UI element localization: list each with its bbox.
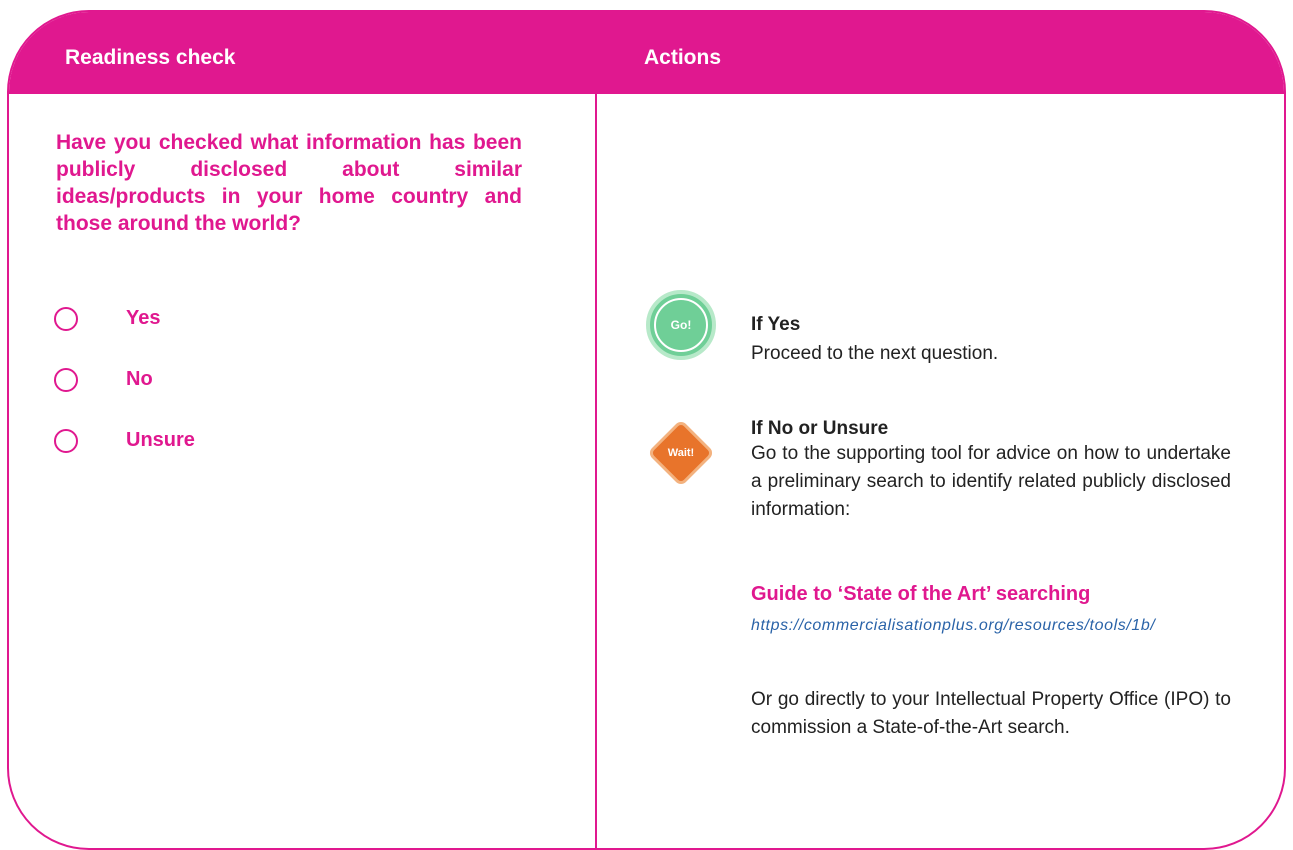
option-no-label: No — [126, 368, 153, 390]
go-badge-label: Go! — [670, 318, 692, 332]
readiness-question: Have you checked what information has be… — [56, 131, 522, 235]
ipo-followup-text: Or go directly to your Intellectual Prop… — [751, 689, 1231, 738]
readiness-check-heading: Readiness check — [65, 46, 236, 69]
wait-badge-label: Wait! — [667, 447, 695, 459]
option-unsure-label: Unsure — [126, 429, 195, 451]
if-no-title: If No or Unsure — [751, 418, 889, 439]
if-no-text: Go to the supporting tool for advice on … — [751, 443, 1231, 520]
guide-link-url[interactable]: https://commercialisationplus.org/resour… — [751, 613, 1231, 639]
radio-unsure[interactable] — [54, 429, 78, 453]
actions-heading: Actions — [644, 46, 722, 69]
go-badge-icon: Go! — [646, 290, 716, 360]
wait-badge-icon: Wait! — [647, 419, 715, 487]
card-header: Readiness check Actions — [9, 12, 1284, 94]
radio-yes[interactable] — [54, 307, 78, 331]
if-yes-title: If Yes — [751, 314, 801, 335]
column-divider — [595, 94, 597, 848]
option-yes-label: Yes — [126, 307, 161, 329]
guide-link-title[interactable]: Guide to ‘State of the Art’ searching — [751, 583, 1090, 606]
if-yes-text: Proceed to the next question. — [751, 343, 999, 364]
radio-no[interactable] — [54, 368, 78, 392]
